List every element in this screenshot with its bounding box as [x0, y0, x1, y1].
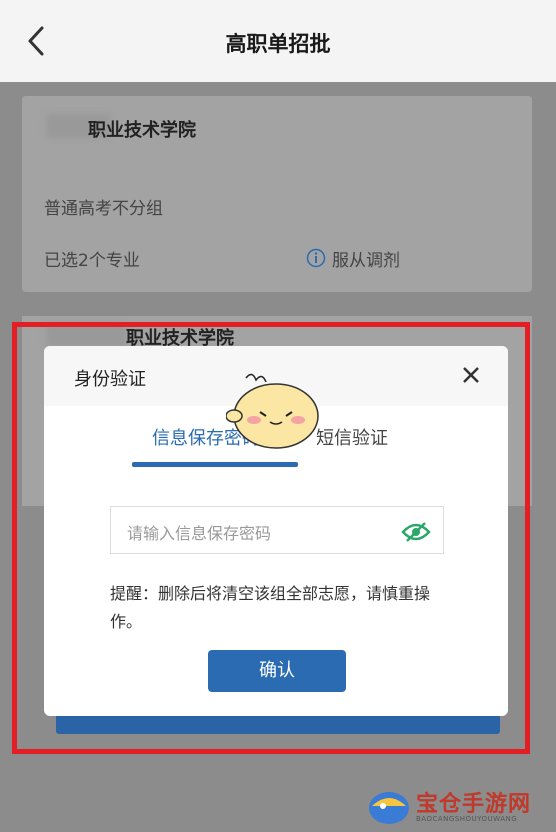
tab-sms[interactable]: 短信验证 — [316, 424, 388, 450]
eye-hidden-icon[interactable] — [401, 521, 431, 543]
adjust-label: 服从调剂 — [332, 251, 400, 271]
watermark: 宝仓手游网 BAOCANGSHOUYOUWANG — [362, 782, 552, 830]
school-card[interactable]: 职业技术学院 普通高考不分组 已选2个专业 服从调剂 — [22, 96, 532, 292]
selected-count: 已选2个专业 — [44, 251, 140, 271]
confirm-button[interactable]: 确认 — [208, 650, 346, 692]
dialog-title: 身份验证 — [74, 369, 146, 390]
watermark-name: 宝仓手游网 — [416, 791, 532, 817]
password-placeholder: 请输入信息保存密码 — [127, 524, 272, 543]
mascot-sticker — [226, 373, 319, 449]
page-title: 高职单招批 — [225, 32, 331, 56]
password-input[interactable]: 请输入信息保存密码 — [110, 506, 444, 554]
reminder-text: 提醒：删除后将清空该组全部志愿，请慎重操作。 — [110, 584, 431, 631]
tab-indicator — [132, 462, 298, 467]
app-header: 高职单招批 — [0, 0, 556, 82]
watermark-logo-icon — [369, 792, 409, 824]
info-icon[interactable] — [306, 248, 326, 268]
watermark-sub: BAOCANGSHOUYOUWANG — [416, 815, 518, 823]
close-icon[interactable] — [458, 362, 484, 388]
group-label: 普通高考不分组 — [44, 199, 163, 219]
school-name: 职业技术学院 — [88, 120, 196, 141]
